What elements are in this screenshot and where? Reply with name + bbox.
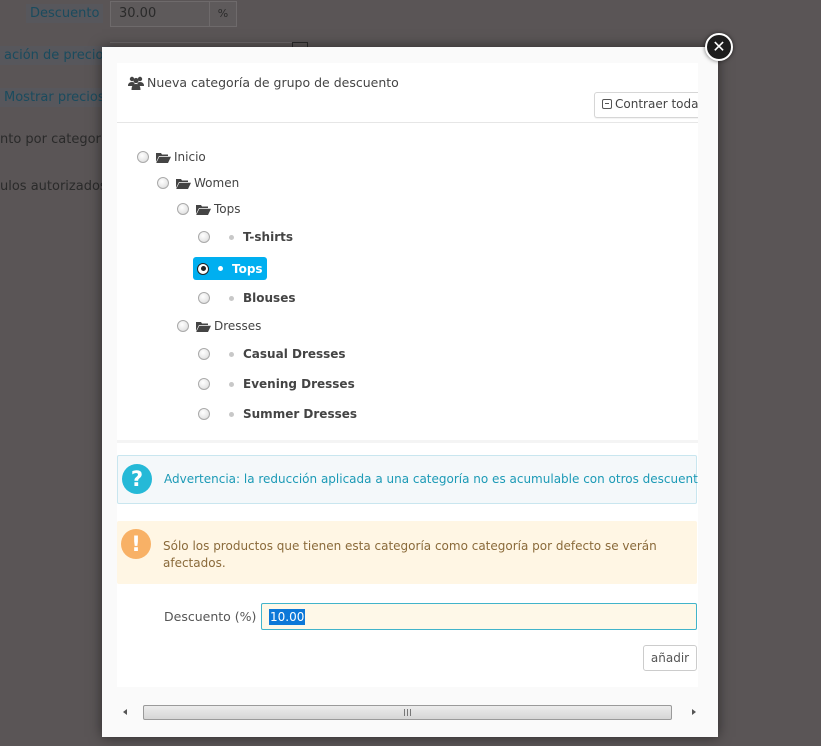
leaf-bullet-icon xyxy=(229,381,234,387)
folder-open-icon xyxy=(156,152,171,163)
modal-panel: Nueva categoría de grupo de descuento Co… xyxy=(117,63,698,687)
collapse-all-label: Contraer todas xyxy=(615,97,698,111)
category-radio[interactable] xyxy=(157,177,169,189)
category-radio[interactable] xyxy=(198,378,210,390)
tree-node-tops-selected[interactable]: Tops xyxy=(193,257,267,280)
tree-node-label: Blouses xyxy=(243,291,296,305)
tree-node-label: Women xyxy=(194,176,240,190)
tree-node-label: Dresses xyxy=(214,319,262,333)
bg-percent-addon: % xyxy=(209,1,237,27)
category-radio[interactable] xyxy=(177,203,189,215)
bg-discount-label: Descuento xyxy=(26,4,104,23)
tree-bottom-divider xyxy=(117,440,698,443)
leaf-bullet-icon xyxy=(229,234,234,240)
discount-input[interactable]: 10.00 xyxy=(261,603,697,630)
tree-node-label: Tops xyxy=(232,261,263,276)
discount-input-value: 10.00 xyxy=(269,609,306,625)
tree-node-label: Summer Dresses xyxy=(243,407,358,421)
tree-node-evening-dresses[interactable]: Evening Dresses xyxy=(198,373,355,395)
tree-node-label: Tops xyxy=(214,202,241,216)
leaf-bullet-icon xyxy=(218,266,223,271)
category-radio-checked[interactable] xyxy=(197,262,209,275)
tree-node-casual-dresses[interactable]: Casual Dresses xyxy=(198,343,346,365)
category-radio[interactable] xyxy=(198,231,210,243)
scroll-right-arrow-icon[interactable] xyxy=(692,709,696,715)
category-tree: Inicio Women Tops T-shirts Tops Blouses … xyxy=(117,124,698,440)
bg-category-discount-label: nto por categoría xyxy=(0,132,113,147)
question-icon: ? xyxy=(122,464,152,494)
folder-open-icon xyxy=(176,178,191,189)
close-modal-button[interactable]: ✕ xyxy=(705,33,733,61)
users-icon xyxy=(128,76,144,90)
tree-node-inicio[interactable]: Inicio xyxy=(137,146,206,168)
collapse-all-button[interactable]: Contraer todas xyxy=(594,92,698,118)
close-icon: ✕ xyxy=(712,37,726,56)
tree-node-label: Inicio xyxy=(174,150,206,164)
tree-node-summer-dresses[interactable]: Summer Dresses xyxy=(198,403,357,425)
folder-open-icon xyxy=(196,321,211,332)
discount-label: Descuento (%) xyxy=(164,609,257,624)
bg-authorized-modules-label: ulos autorizados xyxy=(0,179,107,194)
modal-title: Nueva categoría de grupo de descuento xyxy=(128,75,399,90)
add-button[interactable]: añadir xyxy=(643,645,697,671)
tree-node-label: Evening Dresses xyxy=(243,377,355,391)
modal-title-text: Nueva categoría de grupo de descuento xyxy=(147,75,399,90)
tree-node-tshirts[interactable]: T-shirts xyxy=(198,226,293,248)
info-alert-text: Advertencia: la reducción aplicada a una… xyxy=(164,472,698,486)
category-radio[interactable] xyxy=(177,320,189,332)
tree-node-label: Casual Dresses xyxy=(243,347,346,361)
tree-node-women[interactable]: Women xyxy=(157,172,239,194)
tree-node-blouses[interactable]: Blouses xyxy=(198,287,295,309)
tree-node-tops-folder[interactable]: Tops xyxy=(177,198,241,220)
folder-open-icon xyxy=(196,204,211,215)
discount-category-modal: Nueva categoría de grupo de descuento Co… xyxy=(102,47,718,737)
bg-discount-input: 30.00 xyxy=(110,1,210,27)
leaf-bullet-icon xyxy=(229,411,234,417)
scrollbar-grip-icon xyxy=(404,709,411,716)
tree-node-dresses[interactable]: Dresses xyxy=(177,315,261,337)
category-radio[interactable] xyxy=(137,151,149,163)
category-radio[interactable] xyxy=(198,348,210,360)
leaf-bullet-icon xyxy=(229,295,234,301)
category-radio[interactable] xyxy=(198,292,210,304)
bg-price-calc-label: ación de precios xyxy=(0,46,115,65)
leaf-bullet-icon xyxy=(229,351,234,357)
panel-header: Nueva categoría de grupo de descuento Co… xyxy=(117,63,698,123)
category-radio[interactable] xyxy=(198,408,210,420)
horizontal-scrollbar[interactable] xyxy=(117,705,703,722)
warning-alert-text: Sólo los productos que tienen esta categ… xyxy=(163,539,657,570)
minus-square-icon xyxy=(602,99,612,109)
scroll-left-arrow-icon[interactable] xyxy=(123,709,127,715)
exclamation-icon: ! xyxy=(121,529,151,559)
info-alert: ? Advertencia: la reducción aplicada a u… xyxy=(117,455,698,504)
bg-show-prices-label: Mostrar precios xyxy=(0,88,109,107)
warning-alert: ! Sólo los productos que tienen esta cat… xyxy=(117,521,697,584)
scrollbar-thumb[interactable] xyxy=(143,705,672,720)
tree-node-label: T-shirts xyxy=(243,230,293,244)
